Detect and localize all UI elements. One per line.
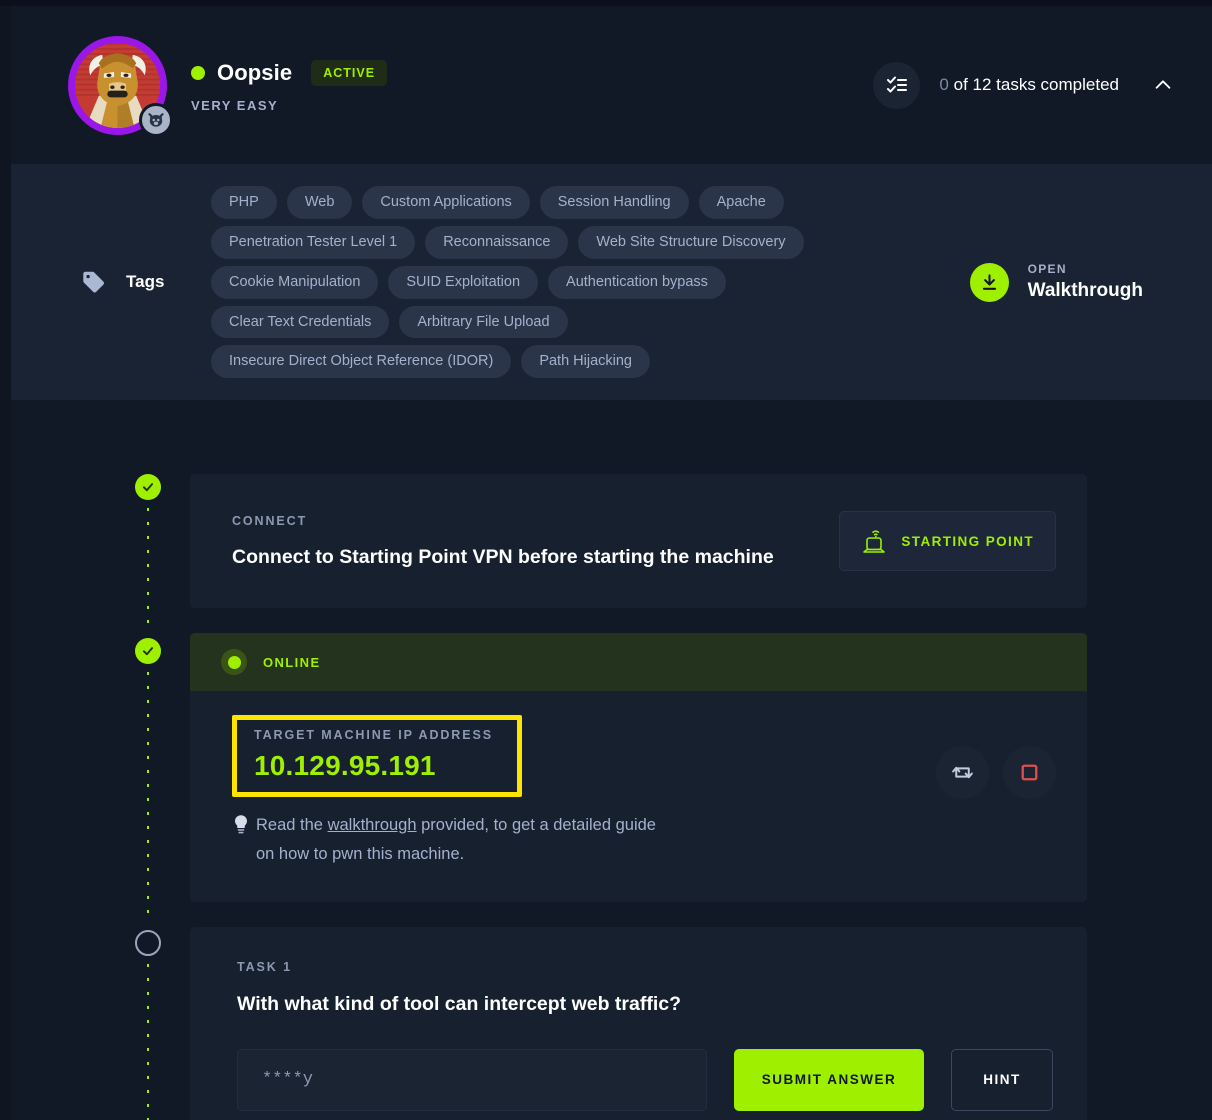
tags-label: Tags: [126, 272, 165, 292]
task-answer-row: SUBMIT ANSWER HINT: [237, 1048, 1056, 1111]
ip-highlight-annotation: TARGET MACHINE IP ADDRESS 10.129.95.191: [232, 715, 522, 798]
task-card: TASK 1 With what kind of tool can interc…: [190, 926, 1087, 1120]
main-content: CONNECT Connect to Starting Point VPN be…: [11, 400, 1212, 1120]
difficulty-label: VERY EASY: [191, 98, 279, 113]
page-body: Oopsie ACTIVE VERY EASY 0 of 12 tasks co…: [11, 6, 1212, 1120]
tag-chip[interactable]: Clear Text Credentials: [211, 305, 390, 339]
connect-card-text: CONNECT Connect to Starting Point VPN be…: [232, 514, 839, 569]
connect-card: CONNECT Connect to Starting Point VPN be…: [190, 474, 1087, 609]
machine-title-row: Oopsie ACTIVE: [191, 57, 388, 89]
timeline-connector: [147, 508, 149, 633]
tags-list: PHP Web Custom Applications Session Hand…: [203, 186, 970, 379]
task-question: With what kind of tool can intercept web…: [237, 992, 682, 1015]
tag-chip[interactable]: Penetration Tester Level 1: [211, 225, 416, 259]
page-title: Oopsie: [217, 60, 293, 85]
online-indicator: [221, 649, 247, 676]
lightbulb-icon: [232, 813, 250, 847]
starting-point-label: STARTING POINT: [901, 533, 1034, 549]
online-status-banner: ONLINE: [190, 633, 1087, 692]
cards-column: CONNECT Connect to Starting Point VPN be…: [190, 474, 1087, 1120]
tags-row: Penetration Tester Level 1 Reconnaissanc…: [211, 225, 970, 259]
connect-kicker: CONNECT: [232, 513, 308, 528]
tag-chip[interactable]: Web: [286, 186, 353, 219]
connect-heading: Connect to Starting Point VPN before sta…: [232, 545, 774, 568]
tag-chip[interactable]: SUID Exploitation: [388, 265, 539, 299]
chevron-up-icon[interactable]: [1148, 70, 1178, 100]
walkthrough-inline-link[interactable]: walkthrough: [328, 816, 417, 834]
tags-row: Clear Text Credentials Arbitrary File Up…: [211, 305, 970, 339]
timeline-node-task1-pending: [135, 930, 161, 957]
tag-chip[interactable]: Custom Applications: [362, 186, 530, 219]
tasks-completed-text: of 12 tasks completed: [953, 75, 1119, 94]
tags-row: Insecure Direct Object Reference (IDOR) …: [211, 345, 970, 379]
tag-chip[interactable]: Reconnaissance: [425, 225, 569, 259]
walkthrough-text: OPEN Walkthrough: [1028, 262, 1143, 302]
tag-chip[interactable]: Path Hijacking: [521, 345, 650, 379]
target-ip-address[interactable]: 10.129.95.191: [254, 750, 493, 782]
avatar: [68, 35, 173, 137]
tag-chip[interactable]: Web Site Structure Discovery: [578, 225, 804, 259]
reset-machine-button[interactable]: [936, 746, 989, 800]
online-dot: [227, 655, 241, 669]
walkthrough-hint-row: Read the walkthrough provided, to get a …: [232, 811, 936, 868]
machine-header: Oopsie ACTIVE VERY EASY 0 of 12 tasks co…: [11, 6, 1212, 164]
stop-machine-button[interactable]: [1003, 746, 1056, 800]
timeline-node-connect-done: [135, 474, 161, 501]
tag-chip[interactable]: Session Handling: [539, 186, 689, 219]
tag-chip[interactable]: Insecure Direct Object Reference (IDOR): [211, 345, 512, 379]
page-left-gutter: [0, 6, 11, 1120]
machine-card-body: TARGET MACHINE IP ADDRESS 10.129.95.191: [190, 691, 1087, 902]
target-machine-card: ONLINE TARGET MACHINE IP ADDRESS 10.129.…: [190, 633, 1087, 902]
tag-chip[interactable]: Authentication bypass: [548, 265, 726, 299]
answer-input[interactable]: [237, 1048, 707, 1111]
progress-timeline: [135, 474, 179, 1120]
tag-chip[interactable]: PHP: [211, 186, 277, 219]
timeline-connector: [147, 964, 149, 1120]
tags-row: Cookie Manipulation SUID Exploitation Au…: [211, 265, 970, 299]
walkthrough-link[interactable]: OPEN Walkthrough: [969, 262, 1178, 302]
tag-chip[interactable]: Arbitrary File Upload: [399, 305, 568, 339]
stop-square-icon: [1017, 760, 1042, 785]
machine-action-buttons: [936, 715, 1056, 800]
tags-row: PHP Web Custom Applications Session Hand…: [211, 186, 970, 219]
tag-icon: [81, 270, 106, 295]
online-label: ONLINE: [263, 654, 321, 670]
animal-face-badge-icon: [139, 102, 173, 137]
machine-card-left: TARGET MACHINE IP ADDRESS 10.129.95.191: [232, 715, 936, 868]
walkthrough-hint-text: Read the walkthrough provided, to get a …: [256, 811, 676, 868]
tasks-completed-status: 0 of 12 tasks completed: [939, 75, 1119, 95]
checklist-icon: [873, 61, 921, 109]
submit-answer-button[interactable]: SUBMIT ANSWER: [734, 1048, 924, 1111]
machine-meta: Oopsie ACTIVE VERY EASY: [191, 57, 388, 113]
tag-chip[interactable]: Cookie Manipulation: [211, 265, 379, 299]
ip-kicker: TARGET MACHINE IP ADDRESS: [254, 728, 493, 743]
task-kicker: TASK 1: [237, 959, 292, 974]
hint-prefix: Read the: [256, 816, 328, 835]
online-status-dot: [191, 66, 205, 80]
status-badge: ACTIVE: [311, 59, 388, 87]
timeline-node-machine-done: [135, 638, 161, 665]
starting-point-button[interactable]: STARTING POINT: [839, 511, 1056, 572]
reset-arrows-icon: [950, 760, 975, 785]
tag-chip[interactable]: Apache: [698, 186, 784, 219]
tags-label-group: Tags: [81, 270, 203, 295]
timeline-connector: [147, 672, 149, 921]
header-right: 0 of 12 tasks completed: [873, 61, 1178, 109]
laptop-wifi-icon: [861, 528, 887, 554]
hint-button[interactable]: HINT: [951, 1048, 1053, 1111]
tasks-completed-count: 0: [939, 75, 949, 94]
walkthrough-title: Walkthrough: [1027, 280, 1143, 302]
download-icon: [969, 262, 1009, 302]
walkthrough-kicker: OPEN: [1027, 262, 1067, 277]
tags-section: Tags PHP Web Custom Applications Session…: [11, 164, 1212, 401]
machine-page: Oopsie ACTIVE VERY EASY 0 of 12 tasks co…: [0, 0, 1212, 1120]
